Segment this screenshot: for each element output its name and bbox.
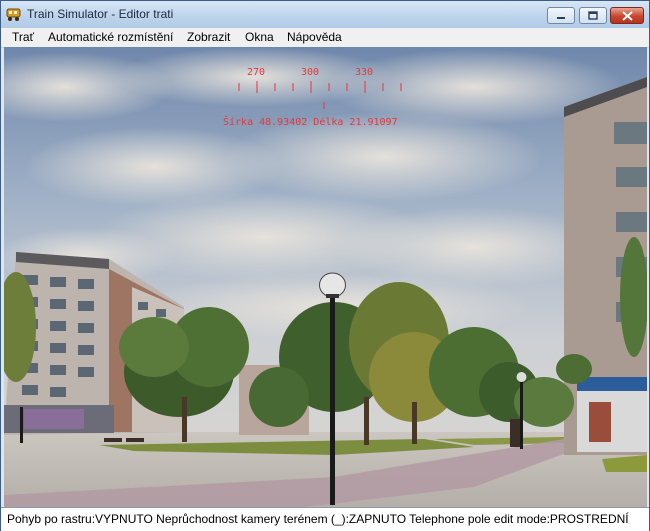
status-bar: Pohyb po rastru:VYPNUTO Neprůchodnost ka… bbox=[1, 507, 649, 531]
application-window: Train Simulator - Editor trati Trať Auto… bbox=[0, 0, 650, 531]
minimize-icon bbox=[557, 16, 565, 19]
menu-zobrazit[interactable]: Zobrazit bbox=[187, 30, 230, 44]
3d-viewport[interactable]: 270 300 330 Šírka 48.93402 Délka 21.9109… bbox=[4, 47, 647, 507]
compass-label-270: 270 bbox=[247, 67, 265, 78]
minimize-button[interactable] bbox=[547, 7, 575, 24]
close-icon bbox=[621, 10, 633, 21]
status-text: Pohyb po rastru:VYPNUTO Neprůchodnost ka… bbox=[7, 512, 629, 526]
compass-label-330: 330 bbox=[355, 67, 373, 78]
menu-trat[interactable]: Trať bbox=[12, 30, 34, 44]
scene-render: 270 300 330 Šírka 48.93402 Délka 21.9109… bbox=[4, 47, 647, 507]
title-bar[interactable]: Train Simulator - Editor trati bbox=[1, 1, 649, 28]
window-title: Train Simulator - Editor trati bbox=[27, 7, 174, 21]
menu-okna[interactable]: Okna bbox=[245, 30, 274, 44]
coordinates-readout: Šírka 48.93402 Délka 21.91097 bbox=[223, 115, 398, 128]
maximize-button[interactable] bbox=[579, 7, 607, 24]
maximize-icon bbox=[588, 11, 598, 20]
menu-bar: Trať Automatické rozmístění Zobrazit Okn… bbox=[1, 28, 649, 48]
menu-automaticke-rozmisteni[interactable]: Automatické rozmístění bbox=[48, 30, 173, 44]
menu-napoveda[interactable]: Nápověda bbox=[287, 30, 342, 44]
close-button[interactable] bbox=[610, 7, 644, 24]
train-app-icon bbox=[6, 8, 21, 21]
compass-label-300: 300 bbox=[301, 67, 319, 78]
